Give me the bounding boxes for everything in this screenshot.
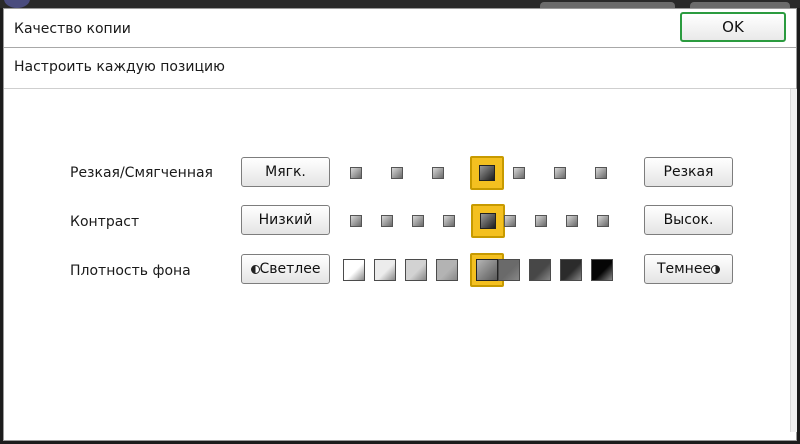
ok-button[interactable]: OK bbox=[680, 12, 786, 42]
level-2[interactable] bbox=[391, 167, 403, 179]
lighter-button-label: Светлее bbox=[259, 261, 321, 277]
level-5[interactable] bbox=[513, 167, 525, 179]
copy-quality-dialog: Качество копии OK Настроить каждую позиц… bbox=[3, 8, 797, 441]
level-1[interactable] bbox=[350, 167, 362, 179]
sharp-button[interactable]: Резкая bbox=[644, 157, 733, 187]
level-5-selected[interactable] bbox=[471, 204, 505, 238]
soft-button[interactable]: Мягк. bbox=[241, 157, 330, 187]
half-circle-dark-icon bbox=[711, 265, 721, 274]
level-3[interactable] bbox=[432, 167, 444, 179]
level-6[interactable] bbox=[504, 215, 516, 227]
level-1[interactable] bbox=[343, 259, 365, 281]
level-7[interactable] bbox=[529, 259, 551, 281]
level-3[interactable] bbox=[405, 259, 427, 281]
level-3[interactable] bbox=[412, 215, 424, 227]
level-8[interactable] bbox=[560, 259, 582, 281]
background-density-label: Плотность фона bbox=[70, 263, 191, 279]
contrast-label: Контраст bbox=[70, 214, 140, 230]
dialog-subtitle: Настроить каждую позицию bbox=[14, 59, 225, 75]
top-strip bbox=[0, 0, 800, 8]
level-7[interactable] bbox=[595, 167, 607, 179]
level-4-swatch bbox=[479, 165, 495, 181]
sharpness-label: Резкая/Смягченная bbox=[70, 165, 213, 181]
level-5-swatch bbox=[476, 259, 498, 281]
darker-button-label: Темнее bbox=[656, 261, 712, 277]
low-button[interactable]: Низкий bbox=[241, 205, 330, 235]
high-button[interactable]: Высок. bbox=[644, 205, 733, 235]
dialog-titlebar: Качество копии OK bbox=[4, 9, 796, 48]
level-2[interactable] bbox=[381, 215, 393, 227]
level-8[interactable] bbox=[566, 215, 578, 227]
level-9[interactable] bbox=[591, 259, 613, 281]
level-9[interactable] bbox=[597, 215, 609, 227]
dialog-title: Качество копии bbox=[14, 21, 131, 37]
level-6[interactable] bbox=[498, 259, 520, 281]
half-circle-light-icon bbox=[250, 265, 260, 274]
level-4[interactable] bbox=[443, 215, 455, 227]
scroll-edge bbox=[790, 89, 797, 432]
level-4-selected[interactable] bbox=[470, 156, 504, 190]
level-1[interactable] bbox=[350, 215, 362, 227]
level-7[interactable] bbox=[535, 215, 547, 227]
subtitle-bar: Настроить каждую позицию bbox=[4, 48, 796, 89]
level-5-swatch bbox=[480, 213, 496, 229]
lighter-button[interactable]: Светлее bbox=[241, 254, 330, 284]
level-4[interactable] bbox=[436, 259, 458, 281]
level-6[interactable] bbox=[554, 167, 566, 179]
level-2[interactable] bbox=[374, 259, 396, 281]
darker-button[interactable]: Темнее bbox=[644, 254, 733, 284]
